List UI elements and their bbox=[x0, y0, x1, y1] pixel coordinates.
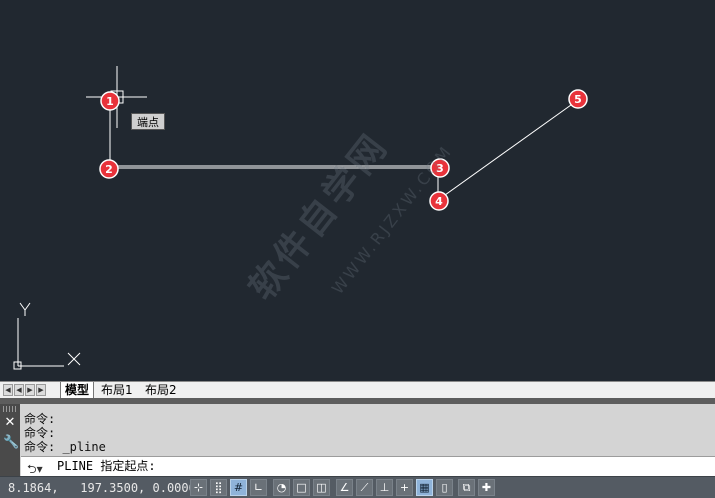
status-bar: 8.1864, 197.3500, 0.0000 ⊹ ⣿ # ∟ ◔ □ ◫ ∠… bbox=[0, 476, 715, 498]
polyline-segments bbox=[109, 99, 579, 201]
snap-icon[interactable]: ⣿ bbox=[210, 479, 227, 496]
history-line: 命令: _pline bbox=[24, 440, 106, 454]
tab-layout1[interactable]: 布局1 bbox=[97, 382, 137, 398]
osnap-tooltip: 端点 bbox=[131, 113, 165, 130]
command-input[interactable]: ⮌▾ PLINE 指定起点: bbox=[21, 456, 715, 476]
point-marker-4: 4 bbox=[429, 191, 449, 211]
command-prompt: PLINE 指定起点: bbox=[57, 459, 156, 473]
close-icon[interactable]: ✕ bbox=[3, 416, 17, 430]
command-window-grip[interactable]: ✕ 🔧 bbox=[0, 404, 20, 476]
object-snap-icon[interactable]: □ bbox=[293, 479, 310, 496]
prev-tab-icon[interactable]: ◀ bbox=[14, 384, 24, 396]
marker-label: 3 bbox=[436, 162, 444, 175]
annotation-monitor-icon[interactable]: ✚ bbox=[478, 479, 495, 496]
marker-label: 5 bbox=[574, 93, 582, 106]
history-line: 命令: bbox=[24, 426, 56, 440]
command-window: ✕ 🔧 命令: 命令: 命令: _pline ⮌▾ PLINE 指定起点: bbox=[0, 404, 715, 476]
layout-tab-bar: ◀ ◀ ▶ ▶ 模型 布局1 布局2 bbox=[0, 381, 715, 399]
marker-label: 2 bbox=[105, 163, 113, 176]
point-marker-1: 1 bbox=[100, 91, 120, 111]
marker-label: 4 bbox=[435, 195, 443, 208]
grip-dots[interactable] bbox=[3, 406, 17, 412]
point-marker-2: 2 bbox=[99, 159, 119, 179]
marker-label: 1 bbox=[106, 95, 114, 108]
tab-layout2[interactable]: 布局2 bbox=[141, 382, 181, 398]
coordinate-readout: 8.1864, 197.3500, 0.0000 bbox=[8, 481, 196, 495]
command-history: 命令: 命令: 命令: _pline bbox=[24, 412, 704, 454]
history-line: 命令: bbox=[24, 412, 56, 426]
tab-model[interactable]: 模型 bbox=[60, 382, 95, 398]
lineweight-icon[interactable]: + bbox=[396, 479, 413, 496]
ducs-icon[interactable]: ⟋ bbox=[356, 479, 373, 496]
transparency-icon[interactable]: ▦ bbox=[416, 479, 433, 496]
wrench-icon[interactable]: 🔧 bbox=[3, 436, 19, 450]
last-tab-icon[interactable]: ▶ bbox=[36, 384, 46, 396]
dynamic-input-icon[interactable]: ⊥ bbox=[376, 479, 393, 496]
polar-icon[interactable]: ◔ bbox=[273, 479, 290, 496]
ucs-icon bbox=[13, 302, 81, 370]
next-tab-icon[interactable]: ▶ bbox=[25, 384, 35, 396]
drawing-svg: 1 2 3 4 5 bbox=[13, 66, 588, 370]
selection-cycling-icon[interactable]: ⧉ bbox=[458, 479, 475, 496]
ortho-icon[interactable]: ∟ bbox=[250, 479, 267, 496]
first-tab-icon[interactable]: ◀ bbox=[3, 384, 13, 396]
grid-icon[interactable]: # bbox=[230, 479, 247, 496]
drawing-canvas[interactable]: 1 2 3 4 5 端点 软件自学网 WWW.RJZXW.COM bbox=[0, 0, 715, 381]
point-marker-3: 3 bbox=[430, 158, 450, 178]
otrack-icon[interactable]: ∠ bbox=[336, 479, 353, 496]
quick-properties-icon[interactable]: ▯ bbox=[436, 479, 453, 496]
3d-object-snap-icon[interactable]: ◫ bbox=[313, 479, 330, 496]
snap-to-point-icon[interactable]: ⊹ bbox=[190, 479, 207, 496]
point-marker-5: 5 bbox=[568, 89, 588, 109]
